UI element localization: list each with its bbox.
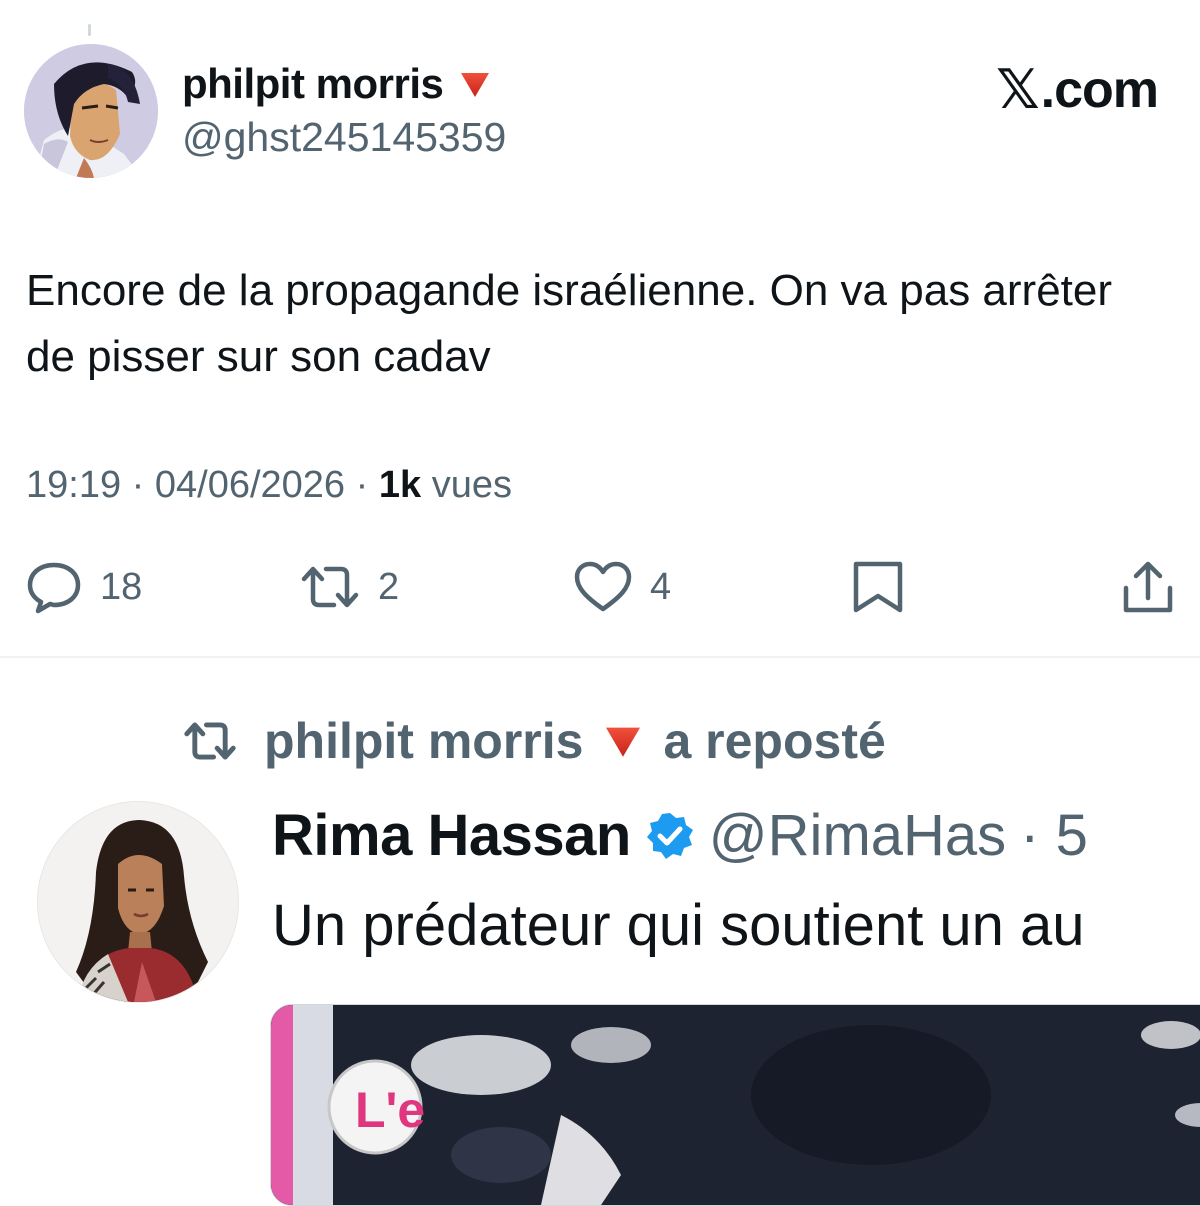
reposter-name: philpit morris bbox=[264, 713, 584, 769]
anime-portrait-image bbox=[24, 44, 158, 178]
reposted-author-handle: @RimaHas bbox=[708, 803, 1007, 868]
reposted-tweet-text: Un prédateur qui soutient un au bbox=[272, 893, 1085, 958]
tweet-date[interactable]: 04/06/2026 bbox=[155, 464, 345, 506]
tweet-divider bbox=[0, 656, 1200, 658]
x-brand-watermark: 𝕏 .com bbox=[996, 58, 1159, 121]
reposted-author-name: Rima Hassan bbox=[272, 803, 631, 868]
reply-button[interactable]: 18 bbox=[24, 552, 142, 622]
reposted-label: a reposté bbox=[663, 713, 886, 769]
reposted-author[interactable]: Rima Hassan @RimaHas · 5 bbox=[272, 802, 1088, 869]
verified-badge-icon bbox=[646, 812, 693, 859]
reply-count: 18 bbox=[100, 565, 143, 608]
tweet-time[interactable]: 19:19 bbox=[26, 464, 121, 506]
share-button[interactable] bbox=[1120, 552, 1176, 622]
reposted-author-avatar[interactable] bbox=[38, 802, 238, 1002]
like-button[interactable]: 4 bbox=[572, 552, 671, 622]
author-name[interactable]: philpit morris bbox=[182, 60, 491, 108]
repost-context[interactable]: philpit morris a reposté bbox=[176, 712, 886, 770]
author-avatar[interactable] bbox=[24, 44, 158, 178]
meta-separator: · bbox=[355, 464, 369, 506]
reposted-time-fragment: · 5 bbox=[1020, 803, 1088, 868]
tweet-text: Encore de la propagande israélienne. On … bbox=[26, 266, 1113, 381]
video-thumbnail-image: L'e bbox=[271, 1005, 1200, 1205]
like-icon bbox=[574, 561, 632, 612]
woman-portrait-image bbox=[38, 802, 238, 1002]
media-logo-text: L'e bbox=[355, 1082, 425, 1138]
thread-line-marker bbox=[88, 24, 91, 36]
author-name-text: philpit morris bbox=[182, 60, 444, 107]
x-logo-icon: 𝕏 bbox=[996, 58, 1040, 121]
views-count: 1k bbox=[378, 464, 422, 506]
brand-domain: .com bbox=[1040, 60, 1159, 119]
action-bar: 18 2 4 bbox=[0, 552, 1200, 622]
reposted-media[interactable]: L'e bbox=[270, 1004, 1200, 1206]
repost-context-icon bbox=[184, 722, 236, 760]
repost-count: 2 bbox=[378, 565, 400, 608]
meta-separator: · bbox=[131, 464, 145, 506]
bookmark-icon bbox=[853, 561, 903, 613]
reply-icon bbox=[27, 562, 81, 614]
views-label: vues bbox=[431, 464, 512, 506]
bookmark-button[interactable] bbox=[850, 552, 906, 622]
red-triangle-icon bbox=[606, 727, 641, 757]
tweet-meta: 19:19 · 04/06/2026 · 1k vues bbox=[26, 464, 512, 507]
red-triangle-icon bbox=[461, 73, 490, 97]
like-count: 4 bbox=[650, 565, 672, 608]
author-handle[interactable]: @ghst245145359 bbox=[182, 114, 506, 161]
share-icon bbox=[1123, 561, 1173, 613]
repost-icon bbox=[301, 566, 359, 608]
repost-button[interactable]: 2 bbox=[298, 552, 399, 622]
